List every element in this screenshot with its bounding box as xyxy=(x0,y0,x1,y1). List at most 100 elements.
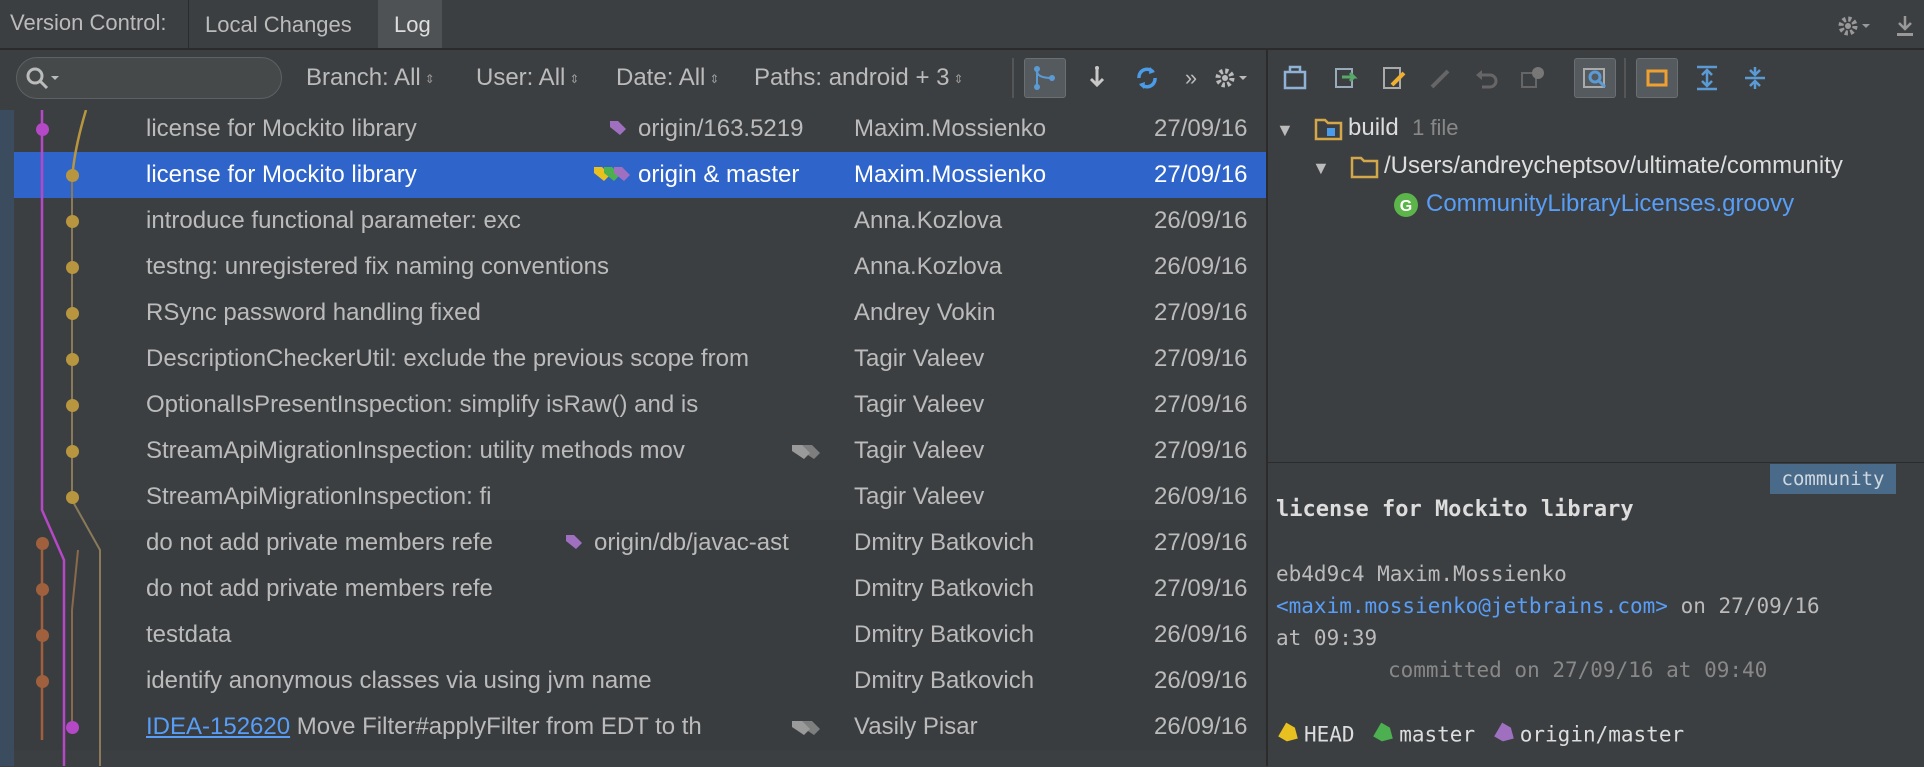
commit-row[interactable]: do not add private members refe Dmitry Ba… xyxy=(14,520,1266,566)
more-icon[interactable]: » xyxy=(1170,58,1212,98)
tree-expand-toggle[interactable]: ▼ xyxy=(1276,120,1294,141)
edit-source-icon[interactable] xyxy=(1372,58,1414,98)
tab-log[interactable]: Log xyxy=(378,0,442,48)
commit-author: Anna.Kozlova xyxy=(854,207,1003,234)
commit-message: do not add private members refe xyxy=(146,529,493,556)
commit-node xyxy=(66,445,79,458)
commit-author: Tagir Valeev xyxy=(854,483,985,510)
tab-local-changes[interactable]: Local Changes xyxy=(188,0,378,48)
tags-icon xyxy=(790,715,826,746)
commit-author: Andrey Vokin xyxy=(854,299,996,326)
commit-message: StreamApiMigrationInspection: utility me… xyxy=(146,437,685,464)
collapse-all-icon[interactable] xyxy=(1734,58,1776,98)
date-filter[interactable]: Date: All ⇕ xyxy=(616,64,719,92)
ref-label: origin/163.5219 xyxy=(638,115,804,142)
commit-author: Tagir Valeev xyxy=(854,345,985,372)
commit-message: identify anonymous classes via using jvm… xyxy=(146,667,652,694)
commit-date: 26/09/16 xyxy=(1154,621,1248,648)
tree-root-label[interactable]: build 1 file xyxy=(1348,114,1459,142)
commit-author: Maxim.Mossienko xyxy=(854,115,1047,142)
tags-icon xyxy=(790,439,826,470)
committed-info: committed on 27/09/16 at 09:40 xyxy=(1388,658,1768,682)
commit-row[interactable]: license for Mockito library Maxim.Mossien… xyxy=(14,106,1266,152)
commit-node xyxy=(66,399,79,412)
commit-email-line: <maxim.mossienko@jetbrains.com> on 27/09… xyxy=(1276,594,1820,618)
commit-date: 27/09/16 xyxy=(1154,299,1248,326)
issue-link[interactable]: IDEA-152620 xyxy=(146,713,290,740)
commit-date: 27/09/16 xyxy=(1154,437,1248,464)
commit-row[interactable]: testdata Dmitry Batkovich 26/09/16 xyxy=(14,612,1266,658)
tag-icon xyxy=(564,529,588,558)
commit-node xyxy=(36,123,49,136)
ref-master: master xyxy=(1399,722,1476,747)
changed-file[interactable]: CommunityLibraryLicenses.groovy xyxy=(1426,190,1794,218)
user-filter-label: User: All xyxy=(476,64,566,91)
folder-icon xyxy=(1350,152,1380,185)
commit-row[interactable]: OptionalIsPresentInspection: simplify is… xyxy=(14,382,1266,428)
commit-row[interactable]: do not add private members refe Dmitry Ba… xyxy=(14,566,1266,612)
refresh-icon[interactable] xyxy=(1126,58,1168,98)
search-input[interactable] xyxy=(16,57,282,99)
branch-filter[interactable]: Branch: All ⇕ xyxy=(306,64,435,92)
commit-row[interactable]: IDEA-152620 Move Filter#applyFilter from… xyxy=(14,704,1266,750)
commit-author: Dmitry Batkovich xyxy=(854,529,1035,556)
group-icon[interactable] xyxy=(1512,58,1554,98)
commit-row[interactable]: StreamApiMigrationInspection: utility me… xyxy=(14,428,1266,474)
commit-node xyxy=(36,583,49,596)
user-filter[interactable]: User: All ⇕ xyxy=(476,64,579,92)
show-details-icon[interactable] xyxy=(1636,58,1678,98)
search-icon xyxy=(26,67,59,90)
commit-date: 27/09/16 xyxy=(1154,529,1248,556)
commit-row[interactable]: introduce functional parameter: exc Anna.… xyxy=(14,198,1266,244)
commit-row[interactable]: StreamApiMigrationInspection: fi Tagir Va… xyxy=(14,474,1266,520)
tree-expand-toggle[interactable]: ▼ xyxy=(1312,158,1330,179)
tag-icon xyxy=(1278,722,1304,749)
commit-node xyxy=(36,537,49,550)
repo-badge: community xyxy=(1770,464,1896,494)
preview-diff-icon[interactable] xyxy=(1574,58,1616,98)
commit-node xyxy=(66,353,79,366)
commit-date: 27/09/16 xyxy=(1154,575,1248,602)
commit-author: Tagir Valeev xyxy=(854,391,985,418)
folder-path[interactable]: /Users/andreycheptsov/ultimate/community xyxy=(1384,152,1924,180)
commit-row[interactable]: identify anonymous classes via using jvm… xyxy=(14,658,1266,704)
svg-text:G: G xyxy=(1400,198,1412,215)
commit-node xyxy=(66,261,79,274)
commit-message-cell: introduce functional parameter: exc xyxy=(146,207,856,235)
date-filter-label: Date: All xyxy=(616,64,706,91)
graph-toggle-icon[interactable] xyxy=(1024,58,1066,98)
commit-message: OptionalIsPresentInspection: simplify is… xyxy=(146,391,699,418)
expand-all-icon[interactable] xyxy=(1686,58,1728,98)
paths-filter[interactable]: Paths: android + 3 ⇕ xyxy=(754,64,964,92)
commit-date: 26/09/16 xyxy=(1154,667,1248,694)
commit-message: testdata xyxy=(146,621,232,648)
commit-node xyxy=(66,215,79,228)
commit-message-cell: StreamApiMigrationInspection: fi xyxy=(146,483,856,511)
commit-date: 27/09/16 xyxy=(1154,115,1248,142)
log-gutter xyxy=(0,110,14,766)
log-settings-icon[interactable] xyxy=(1210,58,1252,98)
commit-author: Tagir Valeev xyxy=(854,437,985,464)
module-icon xyxy=(1314,114,1344,147)
updown-icon: ⇕ xyxy=(709,71,720,86)
hide-panel-icon[interactable] xyxy=(1892,12,1918,45)
commit-row[interactable]: license for Mockito library Maxim.Mossien… xyxy=(14,152,1266,198)
commit-row[interactable]: testng: unregistered fix naming conventi… xyxy=(14,244,1266,290)
revert-icon[interactable] xyxy=(1466,58,1508,98)
commit-author: Dmitry Batkovich xyxy=(854,621,1035,648)
commit-node xyxy=(66,169,79,182)
settings-gear-icon[interactable] xyxy=(1834,12,1874,45)
get-revision-icon[interactable] xyxy=(1324,58,1366,98)
tag-icon xyxy=(592,161,632,190)
go-to-head-icon[interactable] xyxy=(1076,58,1118,98)
commit-message-cell: DescriptionCheckerUtil: exclude the prev… xyxy=(146,345,856,373)
ref-label: origin & master xyxy=(638,161,800,188)
commit-message: StreamApiMigrationInspection: fi xyxy=(146,483,492,510)
tag-icon xyxy=(1493,722,1520,749)
commit-row[interactable]: RSync password handling fixed Andrey Voki… xyxy=(14,290,1266,336)
commit-row[interactable]: DescriptionCheckerUtil: exclude the prev… xyxy=(14,336,1266,382)
show-diff-icon[interactable] xyxy=(1274,58,1316,98)
edit-icon[interactable] xyxy=(1420,58,1462,98)
commit-message-cell: testdata xyxy=(146,621,856,649)
author-email-link[interactable]: <maxim.mossienko@jetbrains.com> xyxy=(1276,594,1668,618)
